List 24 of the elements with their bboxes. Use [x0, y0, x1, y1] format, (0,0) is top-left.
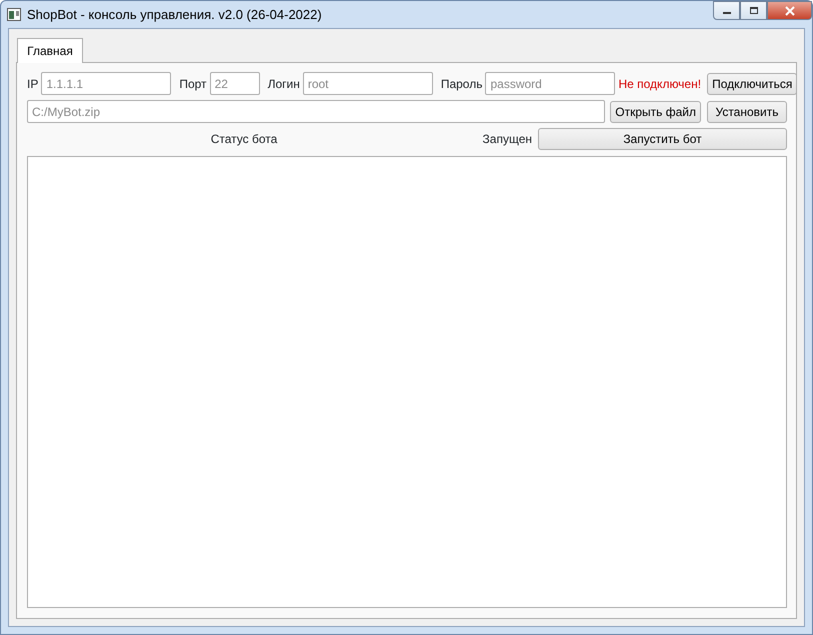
open-file-button[interactable]: Открыть файл — [610, 100, 701, 122]
connect-button[interactable]: Подключиться — [707, 72, 798, 94]
app-icon — [7, 8, 21, 21]
connection-status: Не подключен! — [618, 76, 702, 92]
bot-status: Запущен — [482, 131, 532, 148]
input-field[interactable]: password — [485, 72, 616, 95]
status-label: Статус бота — [210, 131, 278, 148]
maximize-icon — [748, 6, 758, 14]
input-field[interactable]: root — [302, 72, 433, 95]
close-button[interactable] — [767, 1, 812, 20]
maximize-button[interactable] — [740, 1, 767, 20]
tab[interactable]: Главная — [17, 38, 83, 63]
input-field[interactable]: 1.1.1.1 — [41, 72, 172, 95]
file-path-field[interactable]: C:/MyBot.zip — [27, 100, 606, 123]
input-field[interactable]: 22 — [210, 72, 260, 95]
field-label: Логин — [268, 76, 300, 92]
close-icon — [784, 6, 796, 16]
window-title: ShopBot - консоль управления. v2.0 (26-04-2022) — [27, 6, 322, 24]
install-button[interactable]: Установить — [707, 100, 787, 122]
field-label: IP — [27, 76, 38, 92]
minimize-button[interactable] — [713, 1, 740, 20]
field-label: Порт — [179, 76, 207, 92]
start-bot-button[interactable]: Запустить бот — [538, 128, 787, 150]
field-label: Пароль — [440, 76, 482, 92]
